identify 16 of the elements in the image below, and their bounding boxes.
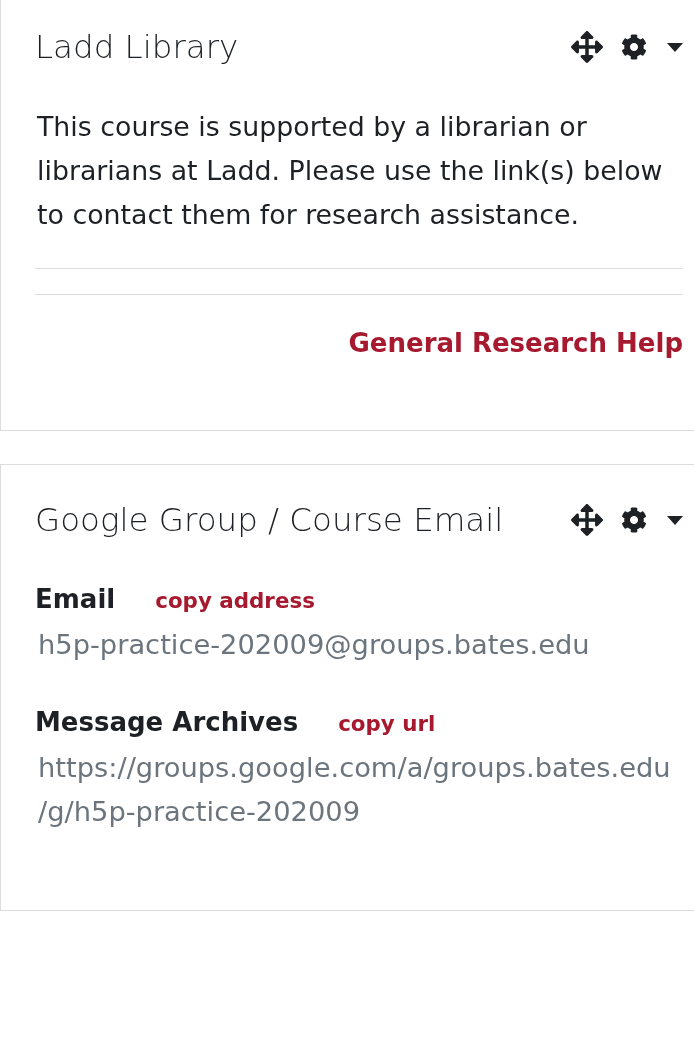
move-icon[interactable] bbox=[571, 31, 603, 63]
copy-link[interactable]: copy address bbox=[155, 587, 315, 615]
move-icon[interactable] bbox=[571, 504, 603, 536]
field-value: h5p-practice-202009@groups.bates.edu bbox=[37, 628, 591, 662]
research-help-link[interactable]: General Research Help bbox=[348, 325, 683, 361]
copy-link[interactable]: copy url bbox=[338, 710, 436, 738]
block-title: Ladd Library bbox=[35, 27, 239, 67]
field-label: Email bbox=[35, 583, 116, 616]
field-label: Message Archives bbox=[35, 706, 299, 739]
caret-icon[interactable] bbox=[667, 515, 683, 525]
caret-icon[interactable] bbox=[667, 42, 683, 52]
description-text: This course is supported by a librarian or librarians at Ladd. Please use the link(s) below to contact them for research assistance. bbox=[37, 110, 664, 232]
field-value: https://groups.google.com/a/groups.bates.edu/g/h5p-practice-202009 bbox=[37, 751, 672, 829]
block-title: Google Group / Course Email bbox=[35, 500, 504, 540]
settings-icon[interactable] bbox=[621, 34, 647, 60]
settings-icon[interactable] bbox=[621, 507, 647, 533]
